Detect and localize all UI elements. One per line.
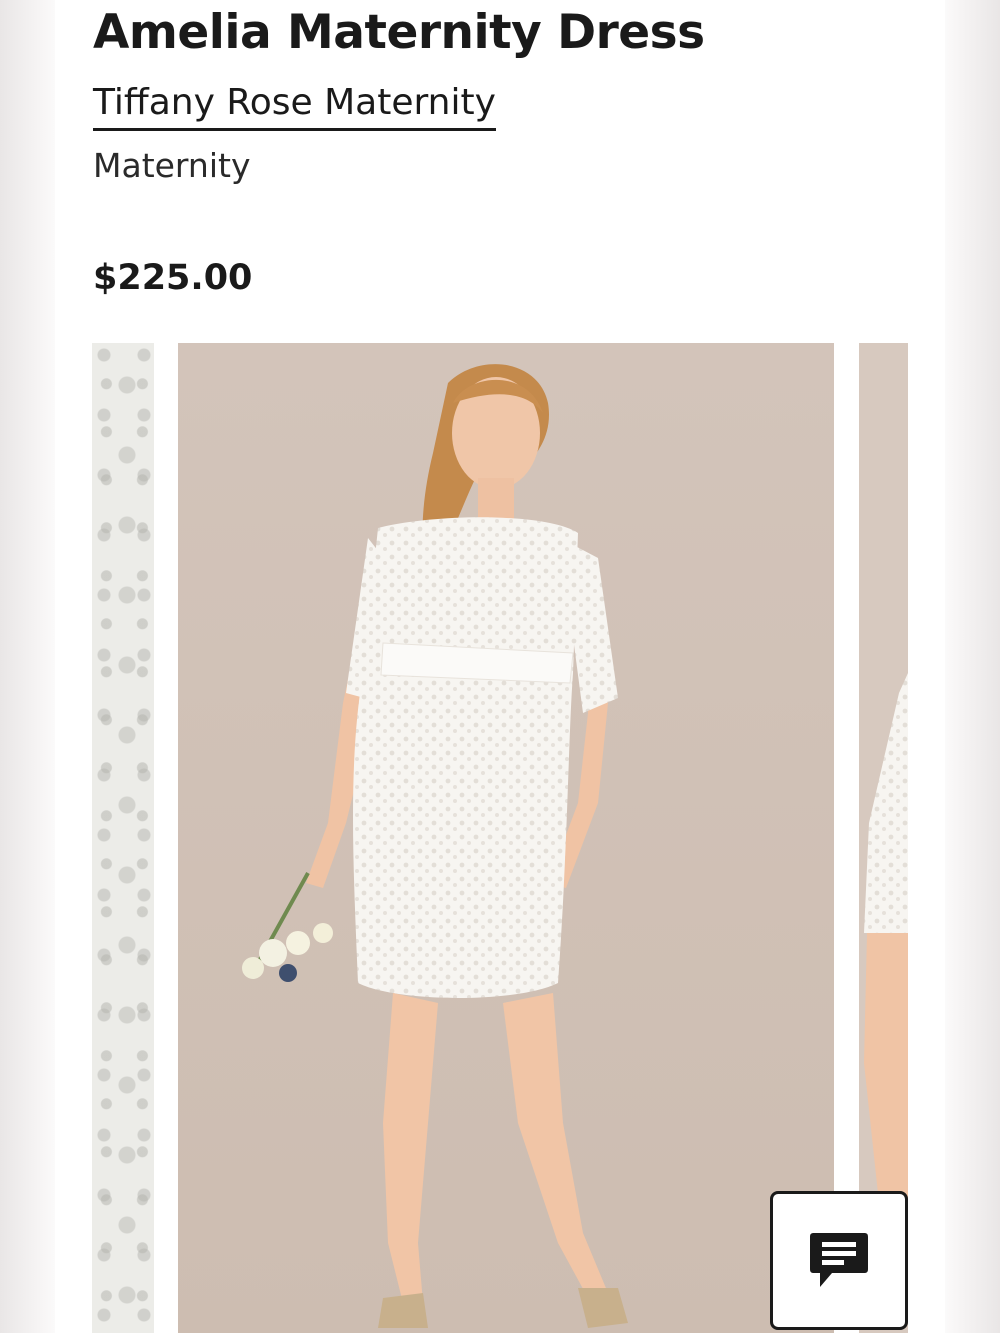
product-page: Amelia Maternity Dress Tiffany Rose Mate… <box>55 0 945 1333</box>
product-price: $225.00 <box>93 258 253 298</box>
page-edge-right <box>945 0 1000 1333</box>
lace-detail-image[interactable] <box>92 343 154 1333</box>
model-photo <box>178 343 834 1333</box>
chat-bubble-icon <box>810 1232 868 1287</box>
chat-button[interactable] <box>770 1191 908 1330</box>
product-title: Amelia Maternity Dress <box>93 5 705 60</box>
product-side-image[interactable] <box>859 343 908 1333</box>
image-carousel[interactable] <box>92 343 908 1333</box>
product-main-image[interactable] <box>178 343 834 1333</box>
page-edge-left <box>0 0 55 1333</box>
product-category: Maternity <box>93 146 251 185</box>
brand-link[interactable]: Tiffany Rose Maternity <box>93 80 496 131</box>
